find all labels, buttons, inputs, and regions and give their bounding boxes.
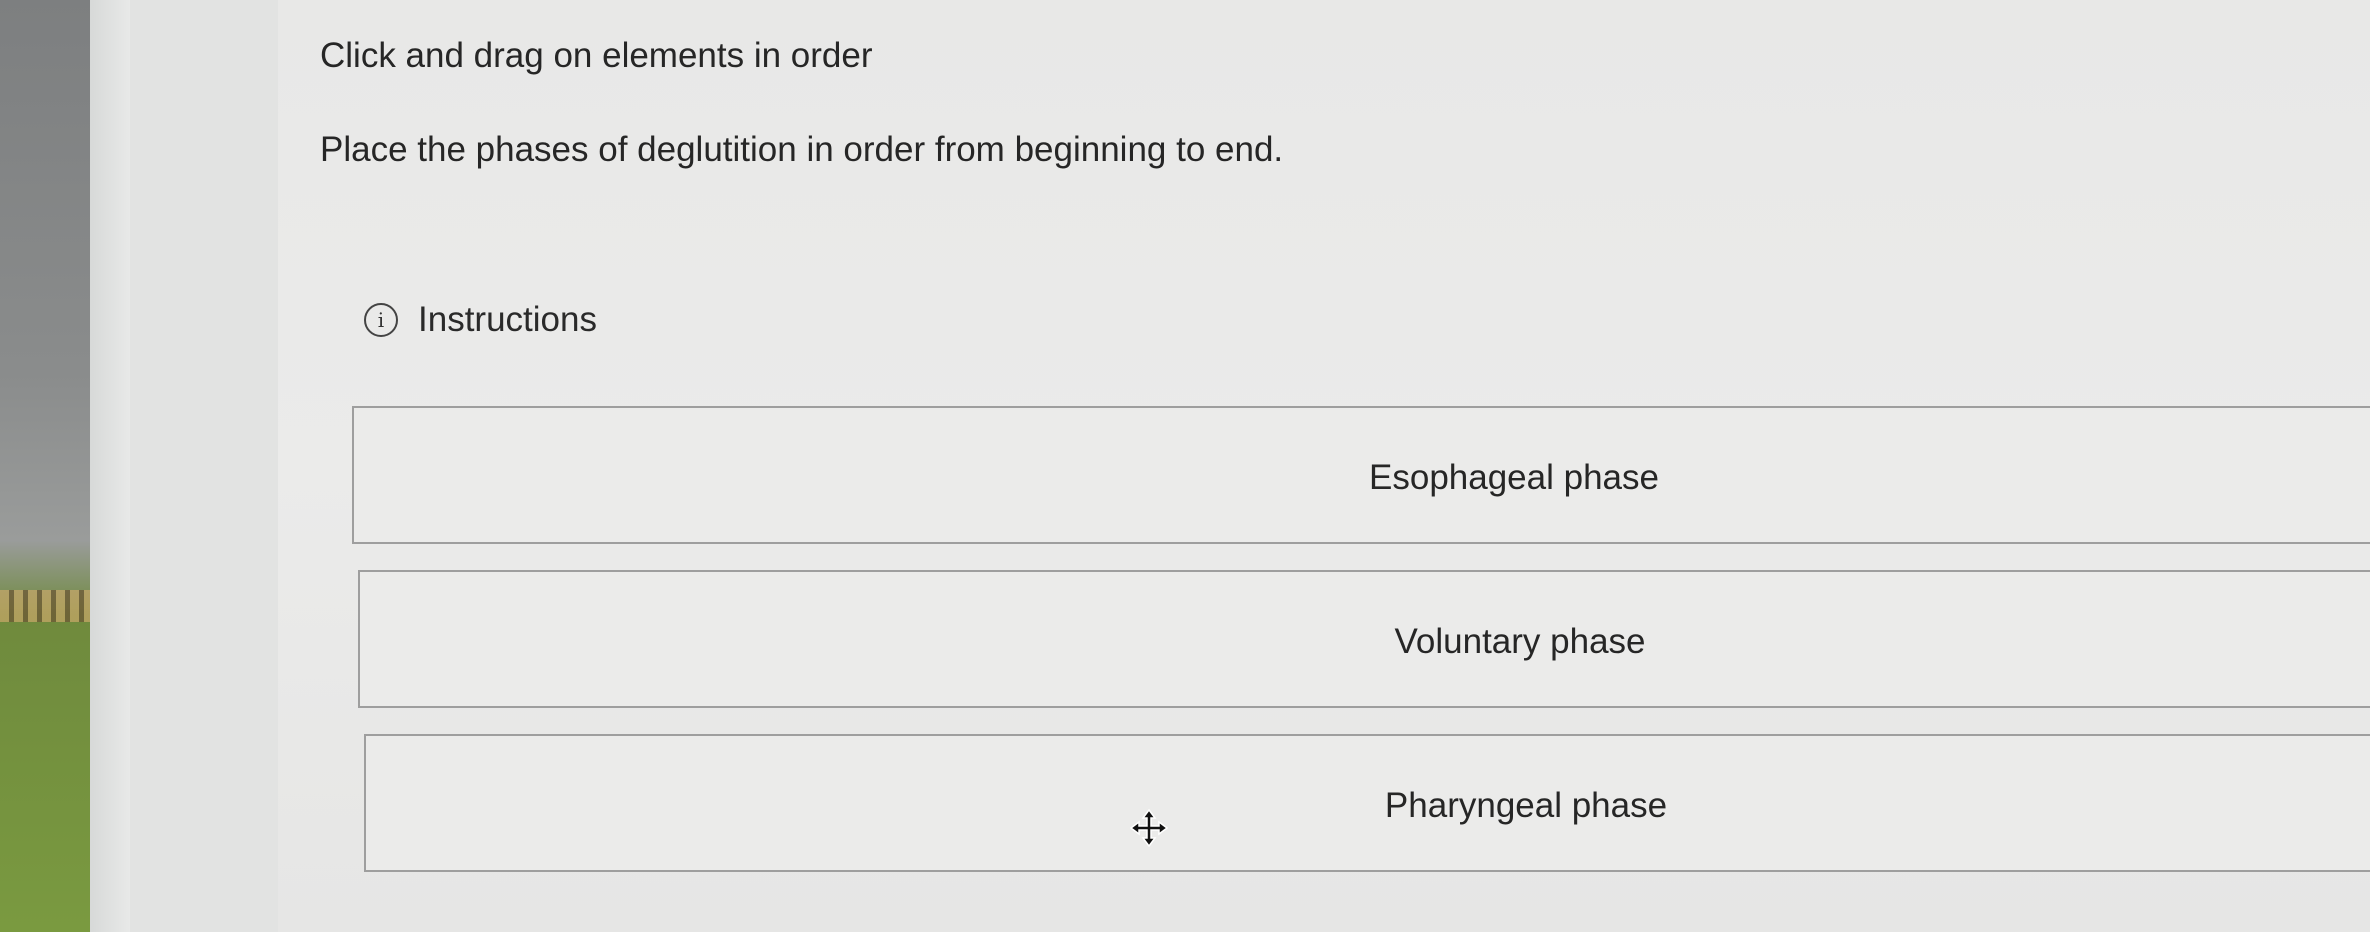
question-prompt: Place the phases of deglutition in order… [320,130,1284,169]
drag-item-voluntary[interactable]: Voluntary phase [358,570,2370,708]
instructions-label: Instructions [418,300,597,339]
drag-item-label: Esophageal phase [1369,458,1659,497]
drag-item-esophageal[interactable]: Esophageal phase [352,406,2370,544]
info-circle-icon: i [364,303,398,337]
drag-item-label: Voluntary phase [1394,622,1646,661]
question-panel: Click and drag on elements in order Plac… [278,0,2370,932]
instructions-toggle[interactable]: i Instructions [364,300,597,340]
sidebar-strip [130,0,278,932]
drag-list: Esophageal phase Voluntary phase Pharyng… [352,406,2370,898]
move-cursor-icon [1129,808,1169,848]
screen-edge [90,0,130,932]
question-heading: Click and drag on elements in order [320,36,873,75]
drag-item-label: Pharyngeal phase [1384,786,1668,825]
drag-item-pharyngeal[interactable]: Pharyngeal phase [364,734,2370,872]
